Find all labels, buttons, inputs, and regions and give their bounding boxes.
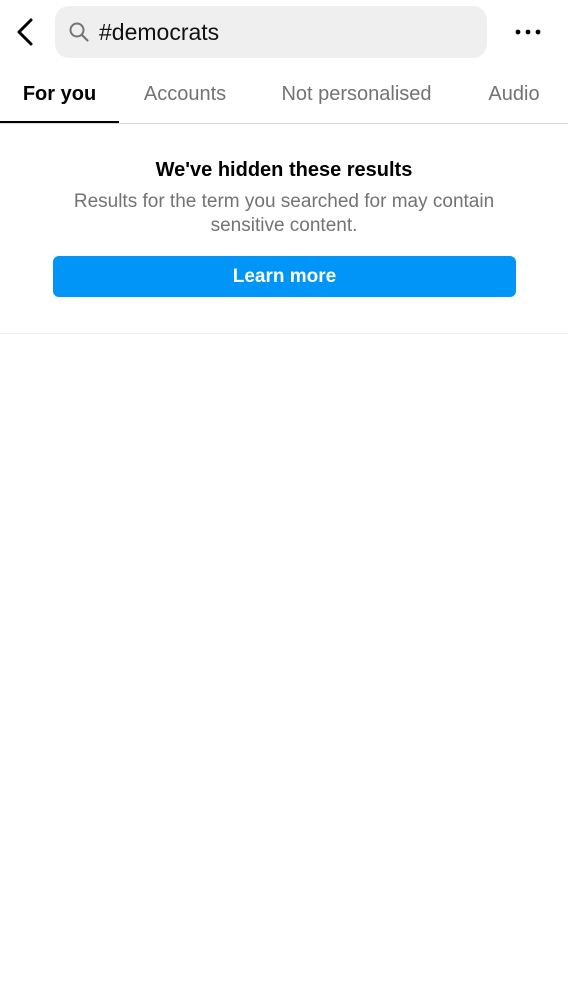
notice-body: Results for the term you searched for ma… bbox=[73, 191, 495, 236]
search-input[interactable] bbox=[99, 6, 469, 58]
back-button[interactable] bbox=[8, 14, 42, 50]
top-bar bbox=[0, 0, 568, 64]
tab-accounts[interactable]: Accounts bbox=[124, 66, 246, 123]
notice-title: We've hidden these results bbox=[155, 159, 413, 181]
tab-not-personalised[interactable]: Not personalised bbox=[264, 66, 449, 123]
search-results-page: For you Accounts Not personalised Audio … bbox=[0, 0, 568, 1000]
active-tab-indicator bbox=[0, 121, 119, 123]
search-icon bbox=[69, 22, 89, 42]
learn-more-button[interactable]: Learn more bbox=[53, 256, 516, 297]
search-box[interactable] bbox=[55, 6, 487, 58]
sensitive-content-notice: We've hidden these results Results for t… bbox=[0, 124, 568, 334]
tab-audio[interactable]: Audio bbox=[476, 66, 552, 123]
search-tabs: For you Accounts Not personalised Audio bbox=[0, 66, 568, 124]
tab-for-you[interactable]: For you bbox=[0, 66, 119, 123]
more-options-button[interactable] bbox=[508, 16, 548, 48]
chevron-left-icon bbox=[17, 18, 33, 46]
more-horizontal-icon bbox=[515, 29, 541, 35]
